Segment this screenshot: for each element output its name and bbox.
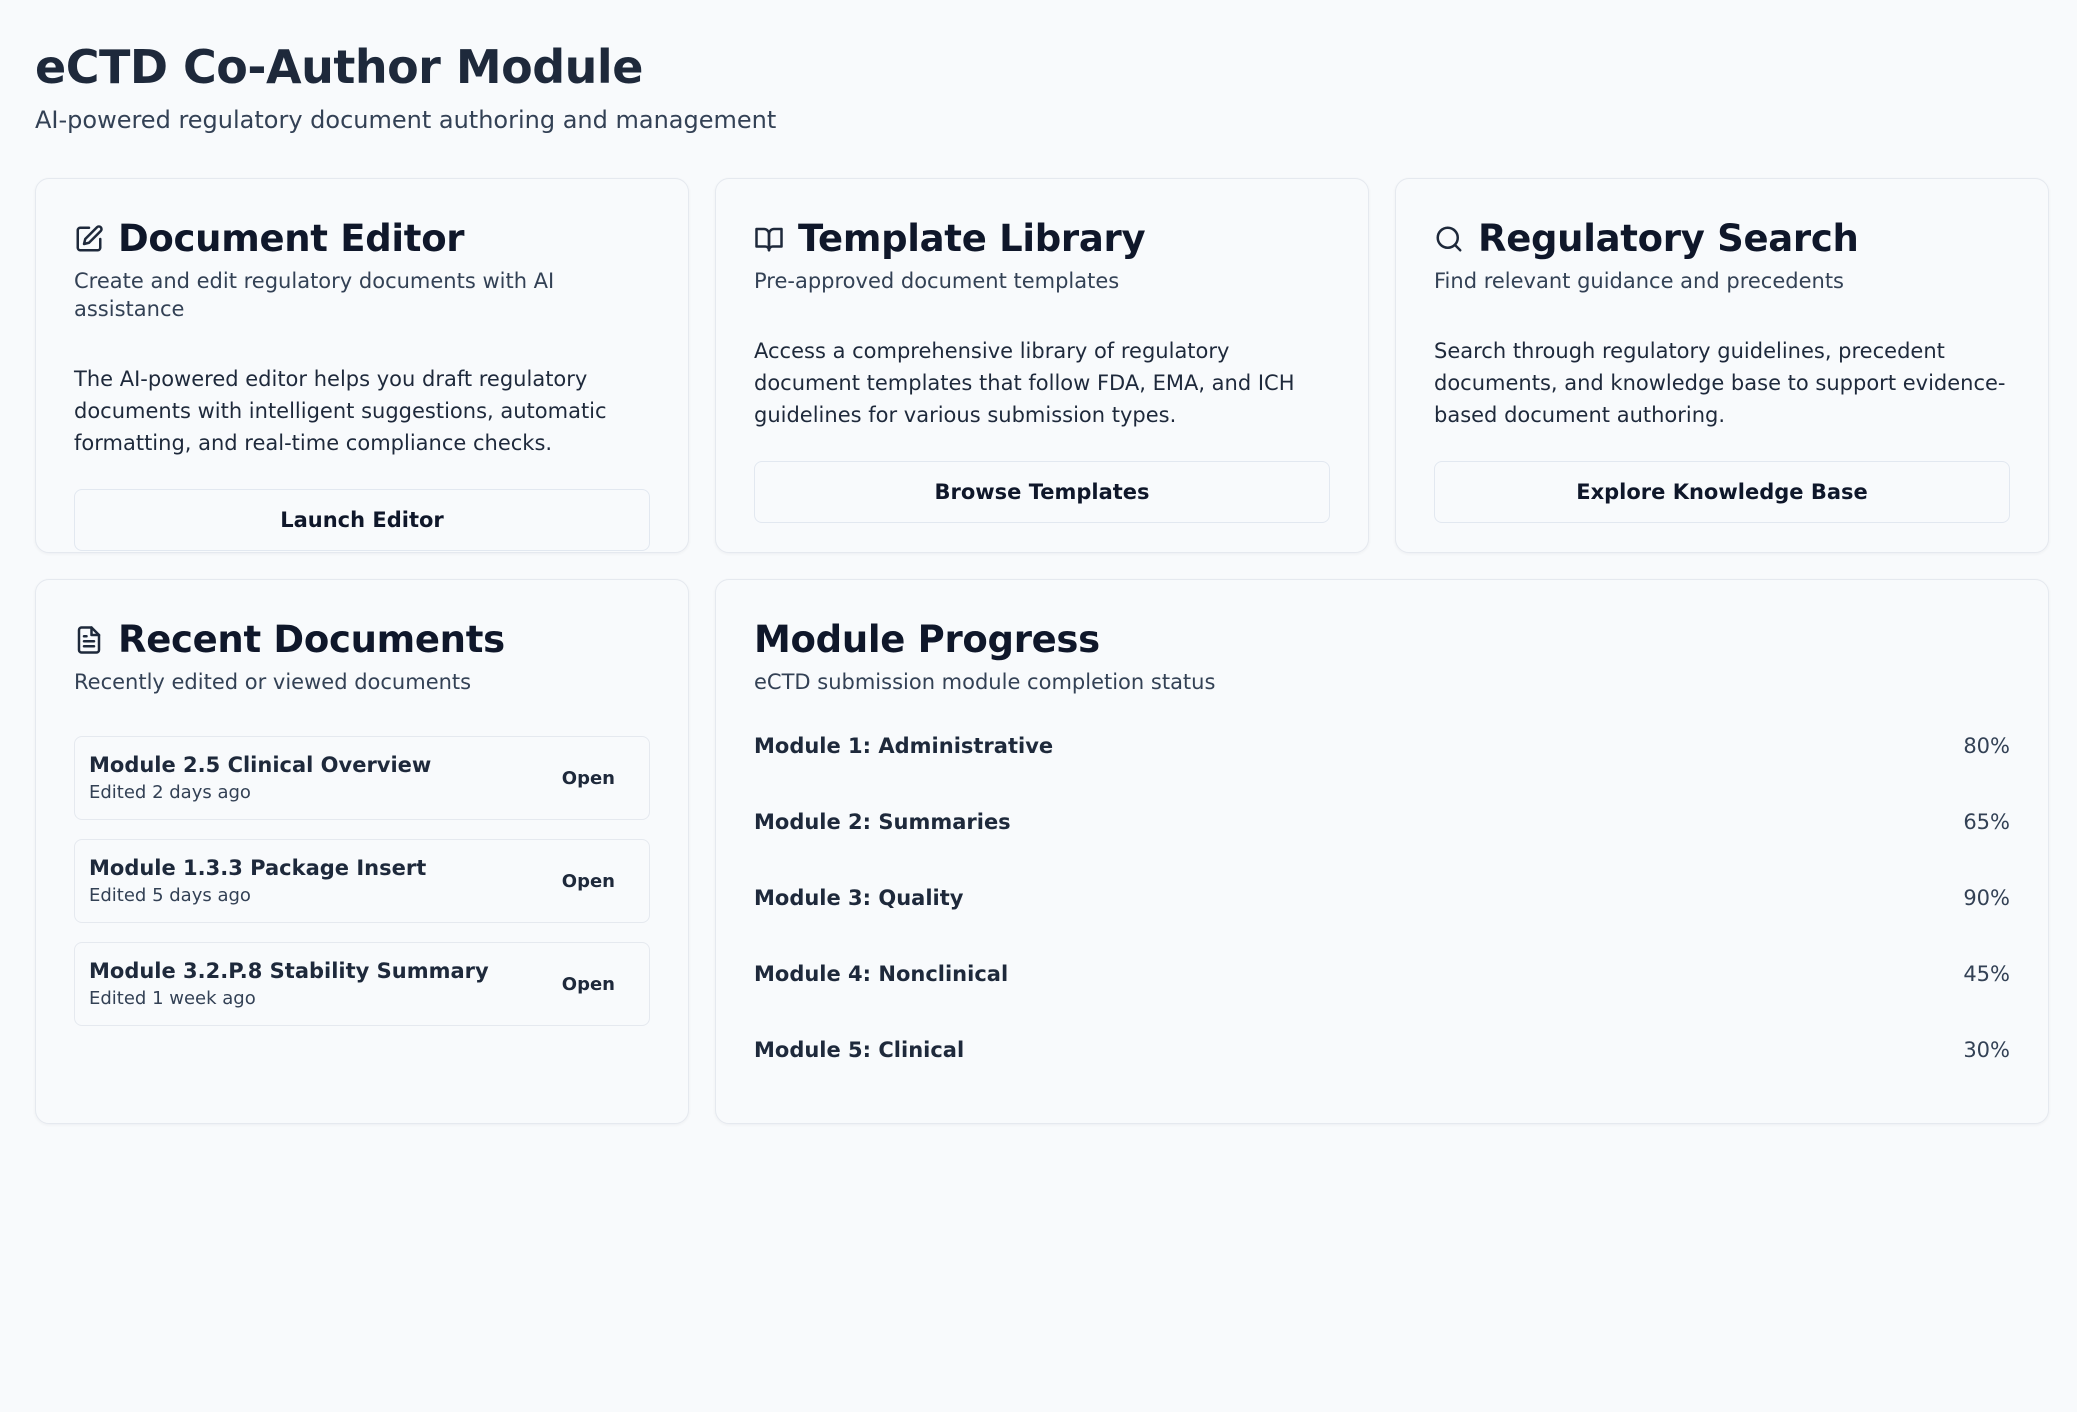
module-percent: 65% (1963, 810, 2010, 834)
launch-editor-button[interactable]: Launch Editor (74, 489, 650, 551)
search-icon (1436, 226, 1462, 252)
card-header: Template Library (754, 217, 1330, 261)
progress-row: Module 2: Summaries 65% (754, 806, 2010, 838)
file-text-icon (77, 626, 101, 654)
card-header: Regulatory Search (1434, 217, 2010, 261)
card-body: Search through regulatory guidelines, pr… (1434, 339, 2006, 427)
progress-row: Module 3: Quality 90% (754, 882, 2010, 914)
browse-templates-button[interactable]: Browse Templates (754, 461, 1330, 523)
module-percent: 30% (1963, 1038, 2010, 1062)
document-name: Module 3.2.P.8 Stability Summary (89, 959, 489, 983)
card-description: eCTD submission module completion status (754, 670, 1216, 694)
module-label: Module 2: Summaries (754, 810, 1011, 834)
bottom-panels: Recent Documents Recently edited or view… (35, 579, 2049, 1124)
explore-knowledge-base-button[interactable]: Explore Knowledge Base (1434, 461, 2010, 523)
open-document-button[interactable]: Open (548, 865, 629, 898)
page-subtitle: AI-powered regulatory document authoring… (35, 106, 777, 134)
recent-documents-card: Recent Documents Recently edited or view… (35, 579, 689, 1124)
document-editor-card: Document Editor Create and edit regulato… (35, 178, 689, 553)
document-info: Module 2.5 Clinical Overview Edited 2 da… (89, 751, 431, 805)
document-info: Module 3.2.P.8 Stability Summary Edited … (89, 957, 489, 1011)
book-open-icon (755, 227, 783, 252)
document-name: Module 1.3.3 Package Insert (89, 856, 427, 880)
module-label: Module 1: Administrative (754, 734, 1054, 758)
card-title: Module Progress (754, 618, 1100, 661)
module-label: Module 3: Quality (754, 886, 964, 910)
card-header: Recent Documents (74, 618, 650, 662)
card-description: Create and edit regulatory documents wit… (74, 269, 555, 321)
open-document-button[interactable]: Open (548, 968, 629, 1001)
card-title: Recent Documents (118, 618, 505, 661)
page: eCTD Co-Author Module AI-powered regulat… (0, 0, 2077, 1124)
progress-row: Module 1: Administrative 80% (754, 730, 2010, 762)
card-title: Regulatory Search (1478, 217, 1859, 260)
document-info: Module 1.3.3 Package Insert Edited 5 day… (89, 854, 426, 908)
card-header: Module Progress (754, 618, 2010, 662)
card-description: Find relevant guidance and precedents (1434, 269, 1844, 293)
document-edited-time: Edited 2 days ago (89, 782, 251, 803)
regulatory-search-card: Regulatory Search Find relevant guidance… (1395, 178, 2049, 553)
document-edited-time: Edited 1 week ago (89, 988, 256, 1009)
module-progress-card: Module Progress eCTD submission module c… (715, 579, 2049, 1124)
module-percent: 45% (1963, 962, 2010, 986)
module-percent: 80% (1963, 734, 2010, 758)
card-body: The AI-powered editor helps you draft re… (74, 367, 607, 455)
list-item[interactable]: Module 3.2.P.8 Stability Summary Edited … (74, 942, 650, 1026)
edit-icon (76, 225, 103, 252)
card-title: Document Editor (118, 217, 465, 260)
template-library-card: Template Library Pre-approved document t… (715, 178, 1369, 553)
list-item[interactable]: Module 1.3.3 Package Insert Edited 5 day… (74, 839, 650, 923)
card-description: Recently edited or viewed documents (74, 670, 472, 694)
feature-cards: Document Editor Create and edit regulato… (35, 178, 2049, 553)
document-name: Module 2.5 Clinical Overview (89, 753, 432, 777)
module-label: Module 5: Clinical (754, 1038, 965, 1062)
card-header: Document Editor (74, 217, 650, 261)
progress-row: Module 4: Nonclinical 45% (754, 958, 2010, 990)
module-label: Module 4: Nonclinical (754, 962, 1009, 986)
card-body: Access a comprehensive library of regula… (754, 339, 1295, 427)
progress-row: Module 5: Clinical 30% (754, 1034, 2010, 1066)
card-title: Template Library (798, 217, 1146, 260)
open-document-button[interactable]: Open (548, 762, 629, 795)
document-edited-time: Edited 5 days ago (89, 885, 251, 906)
list-item[interactable]: Module 2.5 Clinical Overview Edited 2 da… (74, 736, 650, 820)
page-title: eCTD Co-Author Module (35, 40, 643, 94)
recent-documents-list: Module 2.5 Clinical Overview Edited 2 da… (74, 736, 650, 1026)
module-progress-list: Module 1: Administrative 80% Module 2: S… (754, 730, 2010, 1066)
card-description: Pre-approved document templates (754, 269, 1120, 293)
module-percent: 90% (1963, 886, 2010, 910)
